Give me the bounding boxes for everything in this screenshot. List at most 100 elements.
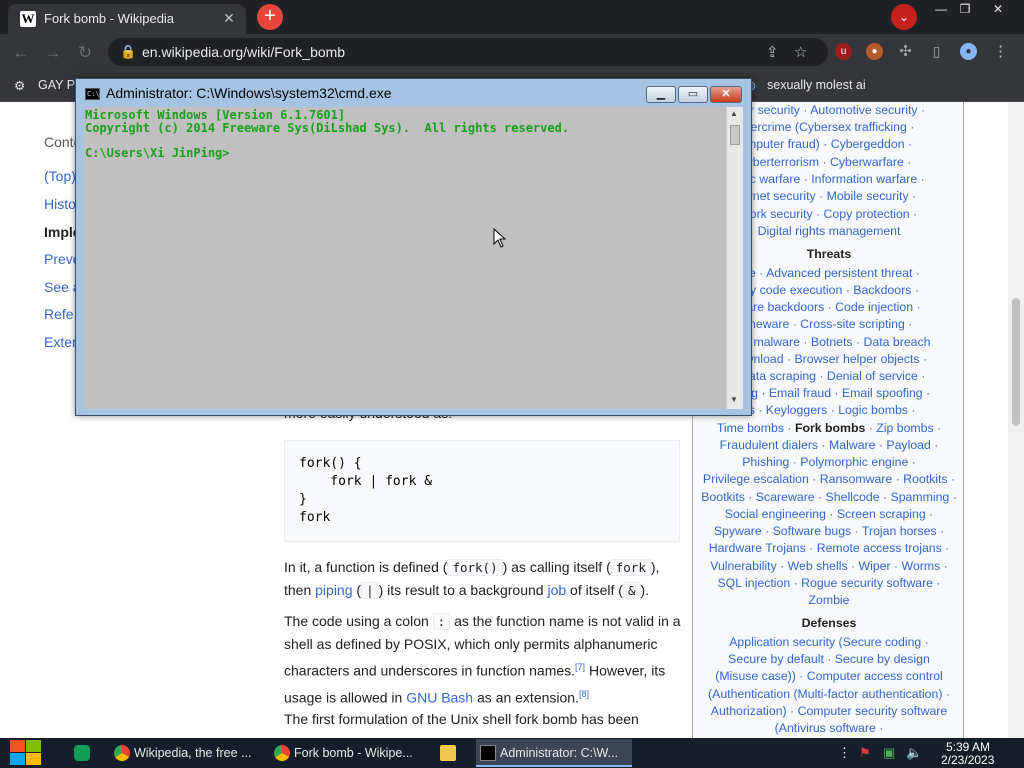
taskbar: Wikipedia, the free ... Fork bomb - Wiki… xyxy=(0,738,1024,768)
console-output[interactable]: Microsoft Windows [Version 6.1.7601] Cop… xyxy=(84,107,726,409)
cmd-close-button[interactable]: ✕ xyxy=(710,86,742,103)
close-window-button[interactable]: ✕ xyxy=(983,0,1013,18)
browser-toolbar: ← → ↻ 🔒 en.wikipedia.org/wiki/Fork_bomb … xyxy=(0,34,1024,70)
tab-title: Fork bomb - Wikipedia xyxy=(44,11,175,26)
address-bar[interactable]: 🔒 en.wikipedia.org/wiki/Fork_bomb ⇪ ☆ xyxy=(108,38,828,66)
tab-fork-bomb[interactable]: W Fork bomb - Wikipedia ✕ xyxy=(8,4,246,34)
profile-avatar-icon[interactable]: ● xyxy=(960,43,977,60)
forward-icon[interactable]: → xyxy=(42,42,64,64)
network-icon[interactable]: ▣ xyxy=(883,745,895,761)
navbox-line[interactable]: Zombie xyxy=(693,593,965,607)
console-prompt: C:\Users\Xi JinPing> xyxy=(85,145,230,160)
chrome-menu-icon[interactable]: ⋮ xyxy=(992,43,1009,60)
cmd-maximize-button[interactable]: ▭ xyxy=(678,86,708,103)
toc-item-external-links[interactable]: Exter xyxy=(44,334,77,350)
profile-extension-icon[interactable]: ● xyxy=(866,43,883,60)
taskbar-item-wikipedia[interactable]: Wikipedia, the free ... xyxy=(110,739,262,767)
navbox-line[interactable]: Spyware · Software bugs · Trojan horses … xyxy=(693,524,965,538)
extensions-puzzle-icon[interactable]: ✣ xyxy=(897,43,914,60)
tab-search-button[interactable]: ⌄ xyxy=(891,4,917,30)
navbox-line[interactable]: Secure by default · Secure by design xyxy=(693,652,965,666)
cmd-minimize-button[interactable]: ▁ xyxy=(646,86,676,103)
navbox-defenses-heading: Defenses xyxy=(801,616,857,630)
navbox-line[interactable]: Vulnerability · Web shells · Wiper · Wor… xyxy=(693,559,965,573)
navbox-line[interactable]: (Misuse case)) · Computer access control xyxy=(693,669,965,683)
cmd-scrollbar-thumb[interactable] xyxy=(730,125,740,145)
inline-code: & xyxy=(622,582,641,599)
navbox-line[interactable]: Fraudulent dialers · Malware · Payload · xyxy=(693,438,965,452)
cmd-icon xyxy=(480,745,496,761)
tab-close-icon[interactable]: ✕ xyxy=(220,9,238,27)
navbox-fork-bombs-line: Time bombs · Fork bombs · Zip bombs · xyxy=(693,421,965,435)
wikipedia-favicon-icon: W xyxy=(20,11,36,27)
code-block: fork() { fork | fork & } fork xyxy=(284,440,680,542)
chrome-icon xyxy=(114,745,130,761)
navbox-line[interactable]: Bootkits · Scareware · Shellcode · Spamm… xyxy=(693,490,965,504)
page-scrollbar-thumb[interactable] xyxy=(1012,298,1020,426)
url-text[interactable]: en.wikipedia.org/wiki/Fork_bomb xyxy=(142,44,345,60)
restore-window-button[interactable]: ❐ xyxy=(950,0,980,18)
inline-code: | xyxy=(361,582,379,599)
bookmark-left[interactable]: GAY P xyxy=(38,78,75,92)
cmd-window[interactable]: C:\ Administrator: C:\Windows\system32\c… xyxy=(75,78,752,416)
tray-overflow-icon[interactable]: ⋮ xyxy=(838,745,851,761)
navbox-line[interactable]: Phishing · Polymorphic engine · xyxy=(693,455,965,469)
side-panel-icon[interactable]: ▯ xyxy=(928,43,945,60)
new-tab-button[interactable]: + xyxy=(257,4,283,30)
scroll-up-icon[interactable]: ▲ xyxy=(730,109,738,118)
text: as an extension. xyxy=(473,689,579,706)
toc-item-references[interactable]: Refe xyxy=(44,306,74,322)
navbox-line[interactable]: Authorization) · Computer security softw… xyxy=(693,704,965,718)
ublock-extension-icon[interactable]: u xyxy=(835,43,852,60)
volume-icon[interactable]: 🔈 xyxy=(906,745,922,761)
browser-tab-strip: W Fork bomb - Wikipedia ✕ + ⌄ — ❐ ✕ xyxy=(0,0,1024,34)
console-line-copyright: Copyright (c) 2014 Freeware Sys(DiLshad … xyxy=(85,120,570,135)
link-piping[interactable]: piping xyxy=(315,582,352,598)
text: The code using a colon xyxy=(284,613,433,629)
link-gnu-bash[interactable]: GNU Bash xyxy=(406,689,473,705)
navbox-line[interactable]: Application security (Secure coding · xyxy=(693,635,965,649)
chrome-icon xyxy=(274,745,290,761)
text: ). xyxy=(640,582,650,598)
navbox-line[interactable]: Hardware Trojans · Remote access trojans… xyxy=(693,541,965,555)
taskbar-messenger-icon[interactable] xyxy=(70,739,96,767)
toc-item-history[interactable]: Histo xyxy=(44,196,76,212)
start-button-icon[interactable] xyxy=(10,740,42,766)
mouse-pointer-icon xyxy=(493,228,507,248)
current-article-fork-bombs: Fork bombs xyxy=(794,421,866,435)
navbox-line[interactable]: Social engineering · Screen scraping · xyxy=(693,507,965,521)
taskbar-item-cmd[interactable]: Administrator: C:\W... xyxy=(476,739,632,767)
cmd-scrollbar[interactable]: ▲ ▼ xyxy=(726,107,743,409)
link-job[interactable]: job xyxy=(547,582,566,598)
text: ) its result to a background xyxy=(378,582,548,598)
toc-item-top[interactable]: (Top) xyxy=(44,168,76,184)
inline-code: fork() xyxy=(447,559,503,576)
bookmark-right[interactable]: sexually molest ai xyxy=(767,78,866,92)
reference-7[interactable]: [7] xyxy=(575,662,585,672)
reference-8[interactable]: [8] xyxy=(579,689,589,699)
link-time-bombs[interactable]: Time bombs · xyxy=(717,421,795,435)
clock-time[interactable]: 5:39 AM xyxy=(946,740,990,754)
share-icon[interactable]: ⇪ xyxy=(766,43,779,61)
clock-date[interactable]: 2/23/2023 xyxy=(941,753,994,767)
back-icon[interactable]: ← xyxy=(10,42,32,64)
text: of itself ( xyxy=(566,582,623,598)
lock-icon[interactable]: 🔒 xyxy=(120,44,136,60)
page-scrollbar[interactable] xyxy=(1008,102,1024,738)
navbox-line[interactable]: SQL injection · Rogue security software … xyxy=(693,576,965,590)
navbox-line[interactable]: Privilege escalation · Ransomware · Root… xyxy=(693,472,965,486)
taskbar-item-fork-bomb[interactable]: Fork bomb - Wikipe... xyxy=(270,739,422,767)
paragraph-colon: The code using a colon : as the function… xyxy=(284,610,684,709)
bookmark-icon: ⚙ xyxy=(14,79,26,93)
paragraph-function-definition: In it, a function is defined (fork()) as… xyxy=(284,556,684,602)
action-center-flag-icon[interactable]: ⚑ xyxy=(859,745,871,761)
link-zip-bombs[interactable]: · Zip bombs · xyxy=(865,421,941,435)
reload-icon[interactable]: ↻ xyxy=(74,42,96,64)
taskbar-file-explorer-icon[interactable] xyxy=(436,739,462,767)
scroll-down-icon[interactable]: ▼ xyxy=(730,395,738,404)
bookmark-star-icon[interactable]: ☆ xyxy=(794,43,807,61)
text: then xyxy=(284,582,316,598)
navbox-line[interactable]: (Antivirus software · xyxy=(693,721,965,735)
navbox-line[interactable]: (Authentication (Multi-factor authentica… xyxy=(693,687,965,701)
inline-code: fork xyxy=(610,559,651,576)
